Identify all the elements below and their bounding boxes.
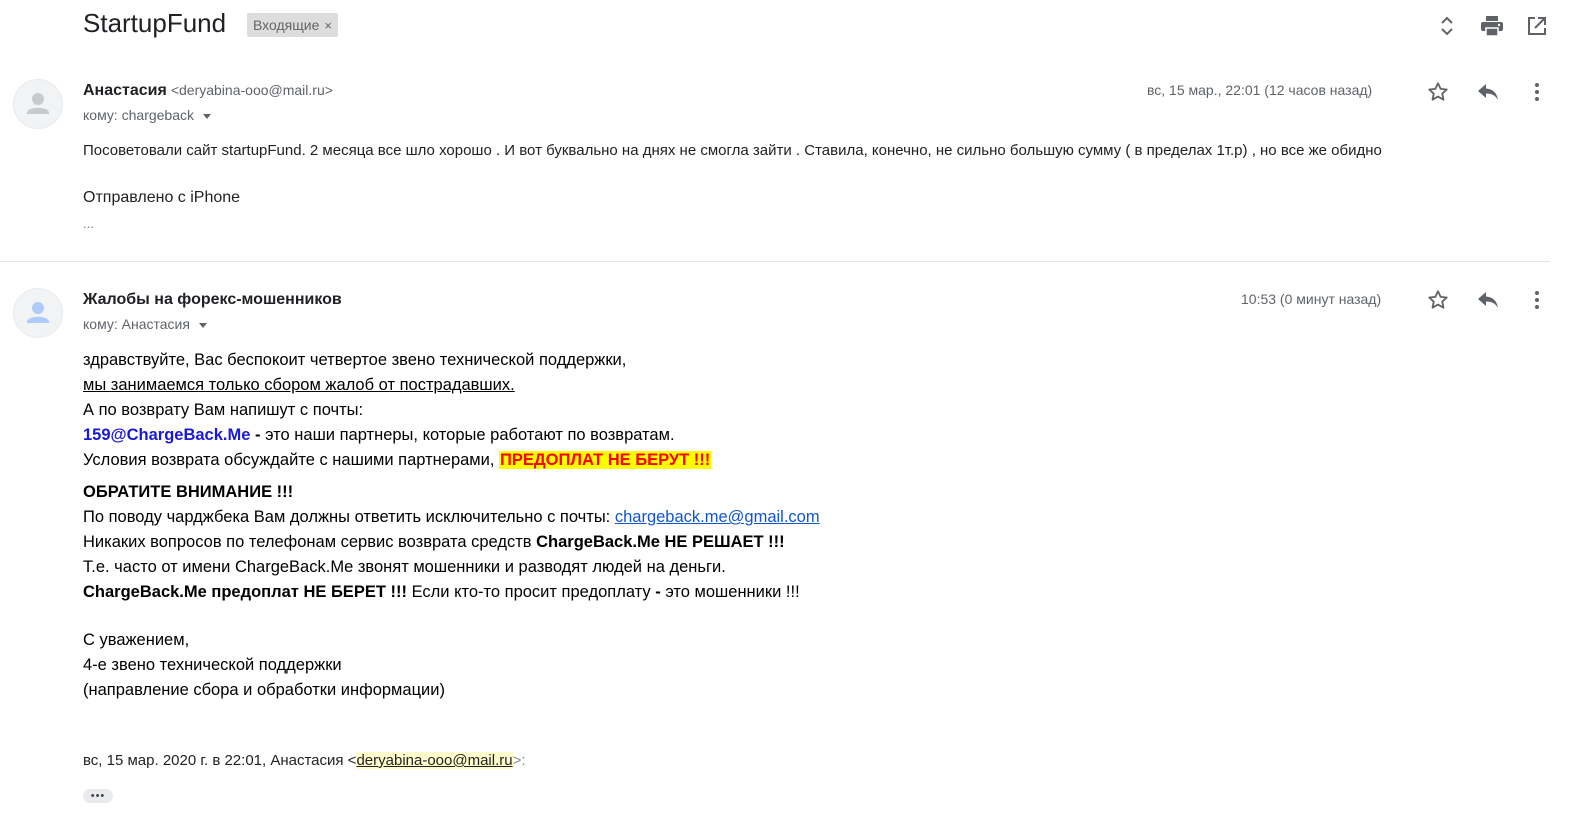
recipient-details[interactable]: кому: chargeback bbox=[83, 107, 212, 123]
body-line: здравствуйте, Вас беспокоит четвертое зв… bbox=[83, 351, 627, 369]
message-divider bbox=[0, 261, 1550, 262]
chevron-down-icon bbox=[203, 113, 212, 119]
label-remove-icon[interactable]: × bbox=[324, 18, 332, 33]
quote-header-email-link[interactable]: deryabina-ooo@mail.ru bbox=[356, 752, 513, 769]
sender-email: <deryabina-ooo@mail.ru> bbox=[170, 82, 333, 98]
closing-line: (направление сбора и обработки информаци… bbox=[83, 681, 445, 699]
recipient-text: кому: Анастасия bbox=[83, 316, 190, 332]
partner-email: 159@ChargeBack.Me bbox=[83, 426, 251, 444]
closing-line: С уважением, bbox=[83, 631, 190, 649]
body-line: Т.е. часто от имени ChargeBack.Me звонят… bbox=[83, 558, 726, 576]
conditions-text: Условия возврата обсуждайте с нашими пар… bbox=[83, 451, 500, 469]
body-line-prepay: ChargeBack.Me предоплат НЕ БЕРЕТ !!! Есл… bbox=[83, 580, 820, 605]
phone-bold: ChargeBack.Me НЕ РЕШАЕТ !!! bbox=[536, 533, 785, 551]
unfold-icon[interactable] bbox=[1434, 13, 1460, 39]
thread-subject: StartupFund bbox=[83, 8, 227, 38]
star-icon[interactable] bbox=[1424, 78, 1452, 106]
body-line-phone: Никаких вопросов по телефонам сервис воз… bbox=[83, 530, 820, 555]
label-chip-inbox[interactable]: Входящие × bbox=[247, 13, 338, 37]
prepay-text-end: это мошенники !!! bbox=[660, 583, 800, 601]
message-body: здравствуйте, Вас беспокоит четвертое зв… bbox=[83, 348, 820, 703]
quote-header: вс, 15 мар. 2020 г. в 22:01, Анастасия <… bbox=[83, 752, 526, 769]
message-date: вс, 15 мар., 22:01 (12 часов назад) bbox=[1147, 82, 1373, 98]
message-date: 10:53 (0 минут назад) bbox=[1241, 291, 1382, 307]
open-in-new-icon[interactable] bbox=[1524, 13, 1550, 39]
label-chip-text: Входящие bbox=[253, 17, 320, 33]
attention-heading: ОБРАТИТЕ ВНИМАНИЕ !!! bbox=[83, 483, 294, 501]
quote-header-suffix: >: bbox=[512, 752, 526, 769]
body-line-partner: 159@ChargeBack.Me - это наши партнеры, к… bbox=[83, 423, 820, 448]
more-vert-icon[interactable] bbox=[1523, 78, 1551, 106]
chevron-down-icon bbox=[198, 322, 207, 328]
reply-icon[interactable] bbox=[1474, 78, 1502, 106]
prepay-bold: ChargeBack.Me предоплат НЕ БЕРЕТ !!! bbox=[83, 583, 407, 601]
avatar bbox=[13, 288, 63, 338]
closing-line: 4-е звено технической поддержки bbox=[83, 656, 342, 674]
partner-text: это наши партнеры, которые работают по в… bbox=[265, 426, 675, 444]
message-body-text: Посоветовали сайт startupFund. 2 месяца … bbox=[83, 142, 1382, 159]
body-line-chargeback: По поводу чарджбека Вам должны ответить … bbox=[83, 505, 820, 530]
message-signature: Отправлено с iPhone bbox=[83, 189, 241, 206]
avatar bbox=[13, 79, 63, 129]
person-icon bbox=[27, 302, 49, 323]
recipient-text: кому: chargeback bbox=[83, 107, 195, 123]
prepay-text: Если кто-то просит предоплату bbox=[406, 583, 656, 601]
more-vert-icon[interactable] bbox=[1523, 286, 1551, 314]
chargeback-email-link[interactable]: chargeback.me@gmail.com bbox=[615, 508, 820, 526]
star-icon[interactable] bbox=[1424, 286, 1452, 314]
clipped-line bbox=[83, 473, 820, 480]
phone-text: Никаких вопросов по телефонам сервис воз… bbox=[83, 533, 537, 551]
message-sender[interactable]: Анастасия <deryabina-ooo@mail.ru> bbox=[83, 82, 333, 100]
quote-header-prefix: вс, 15 мар. 2020 г. в 22:01, Анастасия < bbox=[83, 752, 357, 769]
no-prepay-highlight: ПРЕДОПЛАТ НЕ БЕРУТ !!! bbox=[499, 451, 712, 469]
print-icon[interactable] bbox=[1479, 13, 1505, 39]
chargeback-text: По поводу чарджбека Вам должны ответить … bbox=[83, 508, 615, 526]
reply-icon[interactable] bbox=[1474, 286, 1502, 314]
show-trimmed-content-button[interactable]: ••• bbox=[83, 789, 113, 803]
dash: - bbox=[250, 426, 266, 444]
body-line: А по возврату Вам напишут с почты: bbox=[83, 401, 364, 419]
recipient-details[interactable]: кому: Анастасия bbox=[83, 316, 207, 332]
person-icon bbox=[27, 93, 49, 114]
body-line-conditions: Условия возврата обсуждайте с нашими пар… bbox=[83, 448, 820, 473]
message-sender[interactable]: Жалобы на форекс-мошенников bbox=[83, 291, 342, 309]
trimmed-content[interactable]: ... bbox=[83, 214, 94, 234]
body-line-underlined: мы занимаемся только сбором жалоб от пос… bbox=[83, 376, 515, 394]
sender-name: Анастасия bbox=[83, 82, 167, 99]
